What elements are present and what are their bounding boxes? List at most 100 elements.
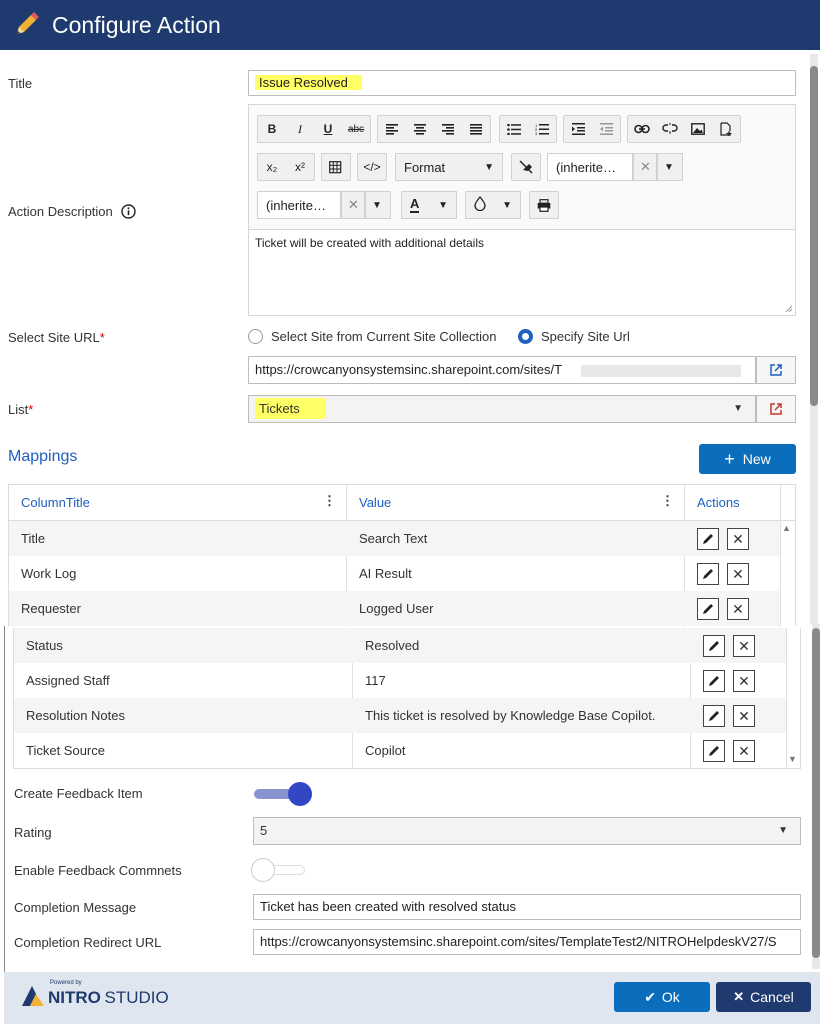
scrollbar-top[interactable] (810, 54, 818, 624)
delete-icon[interactable]: ✕ (733, 740, 755, 762)
enable-comments-toggle[interactable] (251, 858, 311, 882)
chevron-down-icon: ▼ (778, 825, 788, 836)
insert-file-icon[interactable] (712, 116, 740, 142)
delete-icon[interactable]: ✕ (733, 705, 755, 727)
info-icon[interactable] (121, 204, 136, 219)
scroll-up-icon[interactable]: ▲ (782, 523, 791, 533)
delete-icon[interactable]: ✕ (727, 528, 749, 550)
radio-current-site-label: Select Site from Current Site Collection (271, 329, 497, 344)
clear-format-group (511, 153, 541, 181)
svg-text:3: 3 (535, 131, 538, 135)
align-left-icon[interactable] (378, 116, 406, 142)
scrollbar-thumb[interactable] (812, 628, 820, 958)
indent-icon[interactable] (564, 116, 592, 142)
align-center-icon[interactable] (406, 116, 434, 142)
rating-dropdown[interactable]: 5 ▼ (253, 817, 801, 845)
font-size-chevron-icon[interactable]: ▼ (365, 191, 391, 219)
ok-button[interactable]: ✔ Ok (614, 982, 710, 1012)
clear-format-icon[interactable] (512, 154, 540, 180)
font-color-dropdown[interactable]: A ▼ (401, 191, 457, 219)
radio-circle-selected (518, 329, 533, 344)
new-mapping-button[interactable]: + New (699, 444, 796, 474)
radio-current-site[interactable]: Select Site from Current Site Collection (248, 329, 496, 344)
delete-icon[interactable]: ✕ (733, 670, 755, 692)
row-column-title: Resolution Notes (26, 708, 125, 723)
delete-icon[interactable]: ✕ (727, 598, 749, 620)
row-value: Resolved (365, 638, 420, 653)
code-view-button[interactable]: </> (358, 154, 386, 180)
table-icon[interactable] (322, 154, 350, 180)
font-family-chevron-icon[interactable]: ▼ (657, 153, 683, 181)
delete-icon[interactable]: ✕ (727, 563, 749, 585)
row-value: Logged User (359, 601, 434, 616)
row-value: Search Text (359, 531, 428, 546)
external-link-icon (770, 364, 782, 376)
redirect-url-value: https://crowcanyonsystemsinc.sharepoint.… (260, 934, 777, 949)
align-right-icon[interactable] (434, 116, 462, 142)
script-group: x₂ x² (257, 153, 315, 181)
justify-icon[interactable] (462, 116, 490, 142)
numbered-list-icon[interactable]: 123 (528, 116, 556, 142)
edit-icon[interactable] (703, 635, 725, 657)
font-family-clear-icon[interactable]: ✕ (633, 153, 657, 181)
print-icon[interactable] (530, 192, 558, 218)
strikethrough-button[interactable]: abc (342, 116, 370, 142)
table-row: Work Log AI Result ✕ (9, 556, 780, 591)
scroll-down-icon[interactable]: ▼ (788, 754, 797, 764)
site-url-input[interactable]: https://crowcanyonsystemsinc.sharepoint.… (248, 356, 756, 384)
list-group: 123 (499, 115, 557, 143)
font-family-dropdown[interactable]: (inherite… (547, 153, 633, 181)
create-feedback-toggle[interactable] (252, 782, 312, 806)
resize-handle-icon[interactable] (785, 305, 793, 313)
cancel-button[interactable]: ✕ Cancel (716, 982, 811, 1012)
edit-icon[interactable] (703, 740, 725, 762)
image-icon[interactable] (684, 116, 712, 142)
table-row: Assigned Staff 117 ✕ (14, 663, 786, 698)
underline-button[interactable]: U (314, 116, 342, 142)
superscript-button[interactable]: x² (286, 154, 314, 180)
font-size-dropdown[interactable]: (inherite… (257, 191, 341, 219)
align-group (377, 115, 491, 143)
required-marker: * (99, 330, 105, 345)
link-icon[interactable] (628, 116, 656, 142)
redirect-url-input[interactable]: https://crowcanyonsystemsinc.sharepoint.… (253, 929, 801, 955)
row-column-title: Ticket Source (26, 743, 105, 758)
font-size-clear-icon[interactable]: ✕ (341, 191, 365, 219)
edit-icon[interactable] (697, 528, 719, 550)
italic-button[interactable]: I (286, 116, 314, 142)
table-row: Title Search Text ✕ (9, 521, 780, 556)
font-family-value: (inherite… (556, 159, 616, 175)
list-dropdown[interactable]: Tickets ▼ (248, 395, 756, 423)
edit-icon[interactable] (703, 670, 725, 692)
radio-specify-site[interactable]: Specify Site Url (518, 329, 630, 344)
open-site-button[interactable] (756, 356, 796, 384)
subscript-button[interactable]: x₂ (258, 154, 286, 180)
title-input[interactable]: Issue Resolved (248, 70, 796, 96)
scrollbar-bottom[interactable] (812, 624, 820, 969)
delete-icon[interactable]: ✕ (733, 635, 755, 657)
grid-header: ColumnTitle ⋮ Value ⋮ Actions (9, 485, 795, 521)
edit-icon[interactable] (703, 705, 725, 727)
background-color-dropdown[interactable]: ▼ (465, 191, 521, 219)
mappings-grid-bottom: ▼ Status Resolved ✕ Assigned Staff 117 ✕… (13, 628, 801, 769)
unlink-icon[interactable] (656, 116, 684, 142)
column-header-columntitle[interactable]: ColumnTitle (21, 495, 90, 510)
required-marker: * (28, 402, 34, 417)
powered-by-text: Powered by (50, 980, 82, 986)
bold-button[interactable]: B (258, 116, 286, 142)
toggle-knob (288, 782, 312, 806)
bullet-list-icon[interactable] (500, 116, 528, 142)
column-menu-icon[interactable]: ⋮ (323, 493, 336, 509)
column-menu-icon[interactable]: ⋮ (661, 493, 674, 509)
edit-icon[interactable] (697, 598, 719, 620)
completion-message-input[interactable]: Ticket has been created with resolved st… (253, 894, 801, 920)
description-textarea[interactable]: Ticket will be created with additional d… (249, 229, 795, 315)
open-list-button[interactable] (756, 395, 796, 423)
outdent-icon[interactable] (592, 116, 620, 142)
column-header-value[interactable]: Value (359, 495, 391, 510)
scrollbar-thumb[interactable] (810, 66, 818, 406)
dialog-footer: Powered by NITRO STUDIO ✔ Ok ✕ Cancel (4, 972, 820, 1024)
edit-icon[interactable] (697, 563, 719, 585)
fill-drop-icon (474, 195, 486, 214)
format-dropdown[interactable]: Format ▼ (395, 153, 503, 181)
